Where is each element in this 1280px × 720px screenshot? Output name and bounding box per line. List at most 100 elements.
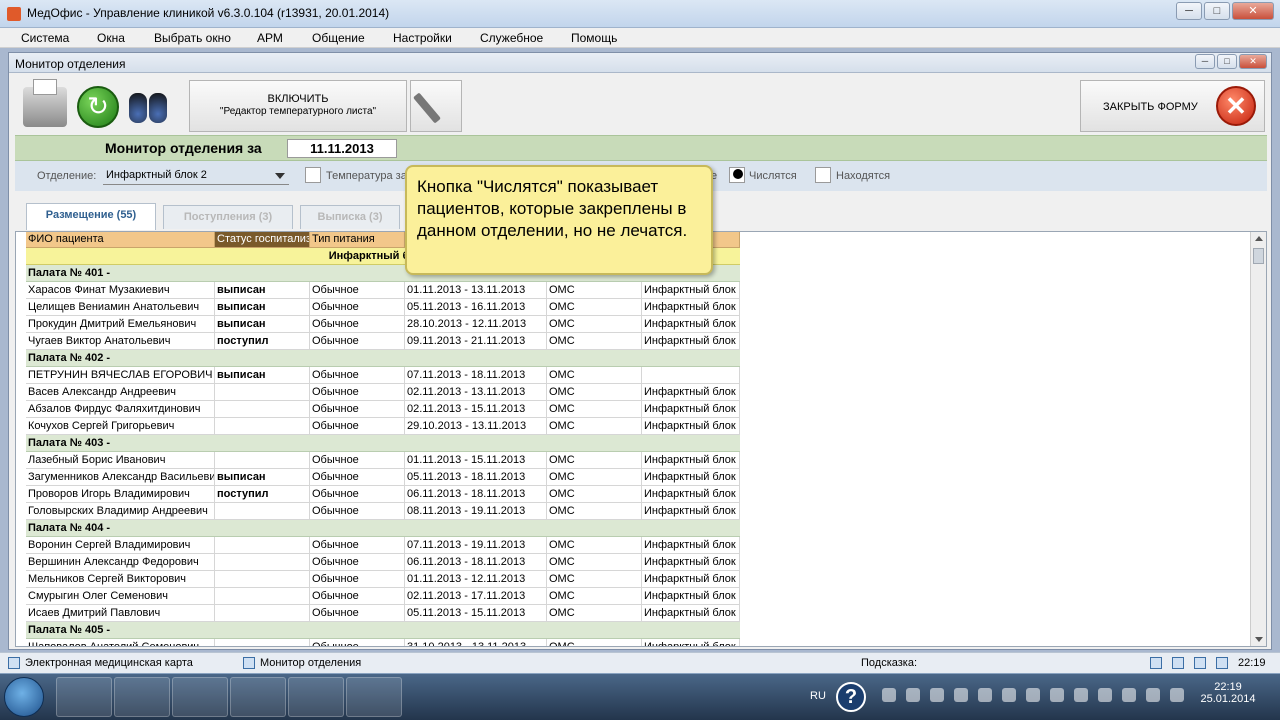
media-player-icon[interactable] <box>172 677 228 717</box>
table-row[interactable]: Целищев Вениамин Анатольевич выписан Обычн… <box>26 299 740 316</box>
table-row[interactable]: Шаповалов Анатолий Семенович Обычное 31.10… <box>26 639 740 646</box>
refresh-icon[interactable]: ↻ <box>77 86 119 128</box>
diet-cell: Обычное <box>310 537 405 553</box>
medoffice-icon[interactable] <box>288 677 344 717</box>
temperature-checkbox[interactable] <box>305 167 321 183</box>
maximize-button[interactable]: □ <box>1204 2 1230 20</box>
table-row[interactable]: Вершинин Александр Федорович Обычное 06.11… <box>26 554 740 571</box>
remote-desktop-icon[interactable] <box>346 677 402 717</box>
menu-communication[interactable]: Общение <box>312 31 365 45</box>
diet-header[interactable]: Тип питания <box>310 232 405 247</box>
child-maximize-button[interactable]: □ <box>1217 54 1237 69</box>
tray-icon[interactable] <box>1050 688 1064 702</box>
tray-icon[interactable] <box>978 688 992 702</box>
close-button[interactable]: ✕ <box>1232 2 1274 20</box>
patient-name-cell: Воронин Сергей Владимирович <box>26 537 215 553</box>
stream-cell: ОМС <box>547 299 642 315</box>
table-row[interactable]: Прокудин Дмитрий Емельянович выписан Обычн… <box>26 316 740 333</box>
scroll-thumb[interactable] <box>1253 248 1264 264</box>
tray-icon[interactable] <box>1026 688 1040 702</box>
ward-row[interactable]: Палата № 405 - <box>26 622 740 639</box>
nakhodyatsya-checkbox[interactable] <box>815 167 831 183</box>
table-row[interactable]: Абзалов Фирдус Фаляхитдинович Обычное 02.1… <box>26 401 740 418</box>
table-row[interactable]: Кочухов Сергей Григорьевич Обычное 29.10.2… <box>26 418 740 435</box>
tray-icon[interactable] <box>1146 688 1160 702</box>
table-row[interactable]: Загуменников Александр Васильевич выписан… <box>26 469 740 486</box>
tray-icon[interactable] <box>1074 688 1088 702</box>
menu-service[interactable]: Служебное <box>480 31 543 45</box>
enable-temperature-editor-button[interactable]: ВКЛЮЧИТЬ "Редактор температурного листа" <box>189 80 407 132</box>
department-select[interactable]: Инфарктный блок 2 <box>103 166 289 185</box>
scroll-down-icon[interactable] <box>1255 637 1263 642</box>
table-row[interactable]: Лазебный Борис Иванович Обычное 01.11.2013… <box>26 452 740 469</box>
table-row[interactable]: Воронин Сергей Владимирович Обычное 07.11.… <box>26 537 740 554</box>
ward-row[interactable]: Палата № 403 - <box>26 435 740 452</box>
menu-arm[interactable]: АРМ <box>257 31 283 45</box>
table-row[interactable]: Головырских Владимир Андреевич Обычное 08.… <box>26 503 740 520</box>
clock-time: 22:19 <box>1214 681 1242 693</box>
table-row[interactable]: ПЕТРУНИН ВЯЧЕСЛАВ ЕГОРОВИЧ выписан Обычное… <box>26 367 740 384</box>
dates-cell: 09.11.2013 - 21.11.2013 <box>405 333 547 349</box>
table-row[interactable]: Проворов Игорь Владимирович поступил Обычн… <box>26 486 740 503</box>
menu-settings[interactable]: Настройки <box>393 31 452 45</box>
window-icon[interactable] <box>1194 657 1206 669</box>
restore-icon[interactable] <box>1216 657 1228 669</box>
tray-icon[interactable] <box>930 688 944 702</box>
tab-discharge[interactable]: Выписка (3) <box>300 205 400 229</box>
menu-windows[interactable]: Окна <box>97 31 125 45</box>
menu-help[interactable]: Помощь <box>571 31 617 45</box>
tray-icon[interactable] <box>906 688 920 702</box>
patient-name-cell: Шаповалов Анатолий Семенович <box>26 639 215 646</box>
tab-admissions[interactable]: Поступления (3) <box>163 205 293 229</box>
volume-icon[interactable] <box>1170 688 1184 702</box>
table-row[interactable]: Мельников Сергей Викторович Обычное 01.11.… <box>26 571 740 588</box>
monitor-date-label: Монитор отделения за <box>105 140 262 156</box>
ward-row[interactable]: Палата № 402 - <box>26 350 740 367</box>
table-row[interactable]: Харасов Финат Музакиевич выписан Обычное 01… <box>26 282 740 299</box>
binoculars-icon[interactable] <box>127 87 169 129</box>
status-bar: Электронная медицинская карта Монитор от… <box>0 652 1280 673</box>
close-form-button[interactable]: ЗАКРЫТЬ ФОРМУ ✕ <box>1080 80 1265 132</box>
dates-cell: 05.11.2013 - 18.11.2013 <box>405 469 547 485</box>
dates-cell: 01.11.2013 - 15.11.2013 <box>405 452 547 468</box>
table-row[interactable]: Исаев Дмитрий Павлович Обычное 05.11.2013 … <box>26 605 740 622</box>
table-row[interactable]: Васев Александр Андреевич Обычное 02.11.20… <box>26 384 740 401</box>
patient-name-header[interactable]: ФИО пациента <box>26 232 215 247</box>
date-bar: Монитор отделения за 11.11.2013 <box>15 135 1267 161</box>
tray-icon[interactable] <box>1002 688 1016 702</box>
status-cell <box>215 588 310 604</box>
start-button[interactable] <box>4 677 44 717</box>
table-row[interactable]: Чугаев Виктор Анатольевич поступил Обычное… <box>26 333 740 350</box>
ward-row[interactable]: Палата № 404 - <box>26 520 740 537</box>
department-cell: Инфарктный блок 2 <box>644 588 740 604</box>
menu-select-window[interactable]: Выбрать окно <box>154 31 231 45</box>
emk-window-tab[interactable]: Электронная медицинская карта <box>25 657 193 669</box>
language-indicator[interactable]: RU <box>810 690 826 702</box>
clock[interactable]: 22:19 25.01.2014 <box>1198 681 1258 705</box>
printer-icon[interactable] <box>23 79 67 127</box>
help-icon[interactable]: ? <box>836 682 866 712</box>
monitor-window-tab[interactable]: Монитор отделения <box>260 657 361 669</box>
patient-name-cell: Кочухов Сергей Григорьевич <box>26 418 215 434</box>
ie-icon[interactable] <box>56 677 112 717</box>
tray-icon[interactable] <box>1098 688 1112 702</box>
scroll-up-icon[interactable] <box>1255 236 1263 241</box>
tab-placement[interactable]: Размещение (55) <box>26 203 156 230</box>
table-row[interactable]: Смурыгин Олег Семенович Обычное 02.11.2013… <box>26 588 740 605</box>
child-close-button[interactable]: ✕ <box>1239 54 1267 69</box>
menu-system[interactable]: Система <box>21 31 69 45</box>
edit-icon[interactable] <box>1172 657 1184 669</box>
tray-icon[interactable] <box>954 688 968 702</box>
tray-icon[interactable] <box>882 688 896 702</box>
tray-icon[interactable] <box>1122 688 1136 702</box>
minimize-button[interactable]: ─ <box>1176 2 1202 20</box>
child-minimize-button[interactable]: ─ <box>1195 54 1215 69</box>
excel-icon[interactable] <box>230 677 286 717</box>
date-field[interactable]: 11.11.2013 <box>287 139 397 158</box>
list-icon[interactable] <box>1150 657 1162 669</box>
tools-button[interactable] <box>410 80 462 132</box>
explorer-icon[interactable] <box>114 677 170 717</box>
vertical-scrollbar[interactable] <box>1250 232 1266 646</box>
status-header[interactable]: Статус госпитализ <box>215 232 310 247</box>
status-cell: поступил <box>215 486 310 502</box>
